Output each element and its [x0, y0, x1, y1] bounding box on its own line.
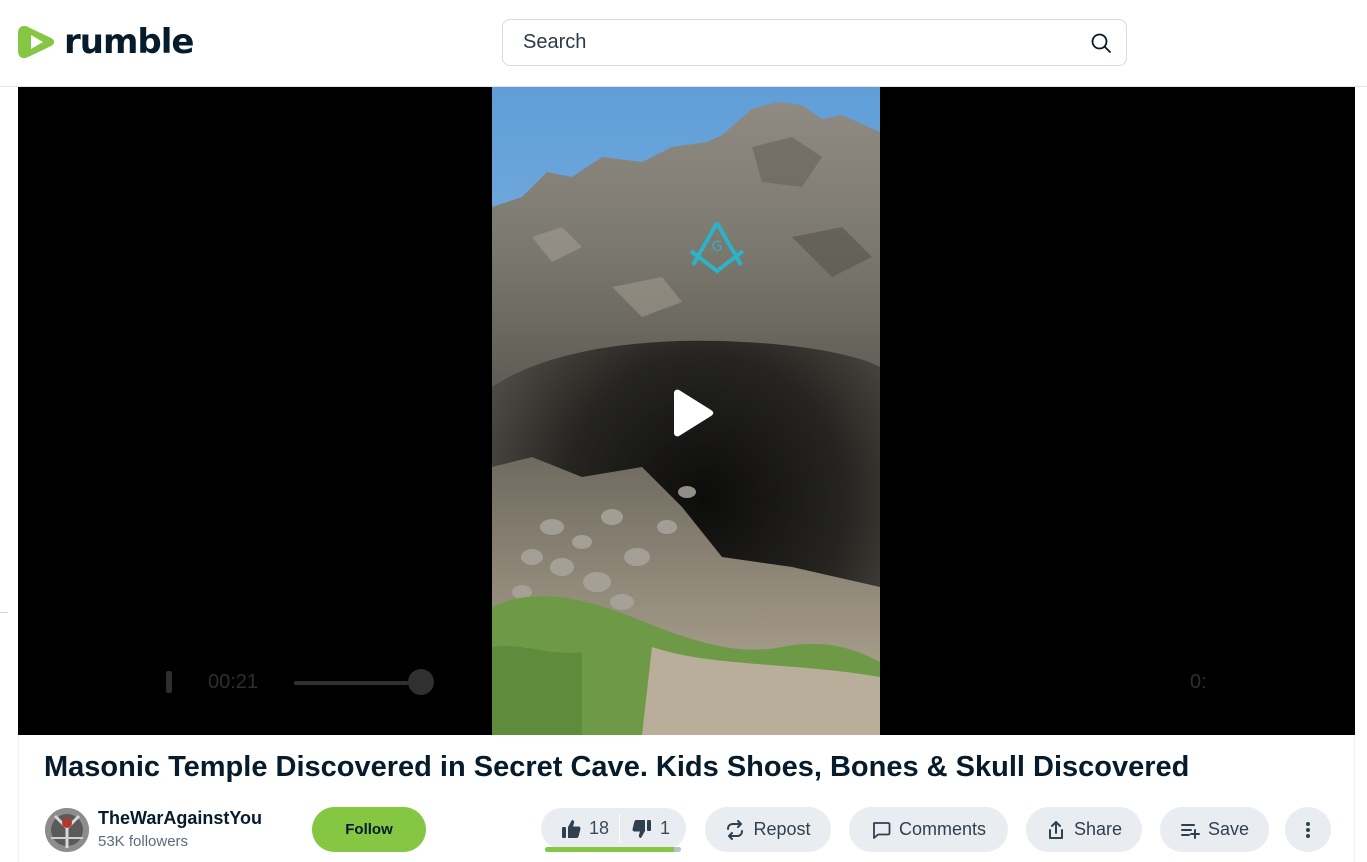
vote-ratio-bar — [545, 847, 681, 852]
video-info: Masonic Temple Discovered in Secret Cave… — [18, 735, 1355, 862]
follow-button[interactable]: Follow — [312, 807, 426, 852]
search-icon[interactable] — [1090, 32, 1112, 54]
search-input[interactable] — [503, 20, 1090, 65]
avatar-image — [45, 808, 89, 852]
end-time: 0: — [1190, 671, 1207, 693]
share-button[interactable]: Share — [1026, 807, 1142, 852]
vote-ratio-fill — [545, 847, 675, 852]
seek-bar[interactable] — [294, 681, 424, 685]
save-label: Save — [1207, 819, 1250, 839]
save-playlist-icon — [1180, 823, 1200, 839]
comments-button[interactable]: Comments — [849, 807, 1008, 852]
search-bar — [502, 19, 1127, 66]
save-button[interactable]: Save — [1160, 807, 1269, 852]
repost-label: Repost — [753, 819, 811, 839]
repost-button[interactable]: Repost — [705, 807, 831, 852]
play-icon[interactable] — [670, 389, 714, 437]
upvote-button[interactable]: 18 — [541, 808, 619, 849]
downvote-button[interactable]: 1 — [620, 808, 670, 849]
thumbs-up-icon — [562, 819, 581, 838]
share-icon — [1048, 820, 1063, 839]
video-title: Masonic Temple Discovered in Secret Cave… — [44, 751, 1190, 783]
comments-label: Comments — [898, 819, 987, 839]
more-vertical-icon — [1306, 821, 1310, 838]
logo-text: rumble — [64, 22, 194, 62]
top-header: rumble — [0, 0, 1367, 87]
video-player[interactable]: G 00:21 0: — [18, 87, 1355, 735]
downvote-count: 1 — [660, 818, 671, 838]
pause-icon[interactable] — [166, 671, 172, 693]
rumble-logo-icon — [18, 26, 55, 59]
upvote-count: 18 — [589, 818, 610, 838]
vote-control: 18 1 — [541, 808, 686, 849]
comment-icon — [873, 821, 891, 839]
channel-name[interactable]: TheWarAgainstYou — [98, 808, 262, 829]
player-controls: 00:21 0: — [18, 667, 1355, 699]
seek-bar-fill — [294, 681, 409, 685]
channel-avatar[interactable] — [45, 808, 89, 852]
seek-thumb[interactable] — [408, 669, 434, 695]
repost-icon — [727, 819, 744, 840]
more-options-button[interactable] — [1285, 807, 1331, 852]
rumble-logo[interactable]: rumble — [18, 22, 194, 62]
follower-count: 53K followers — [98, 833, 189, 850]
svg-text:G: G — [712, 239, 723, 255]
share-label: Share — [1073, 819, 1123, 839]
thumbs-down-icon — [632, 819, 651, 838]
current-time: 00:21 — [208, 671, 259, 693]
edge-divider — [0, 612, 8, 613]
